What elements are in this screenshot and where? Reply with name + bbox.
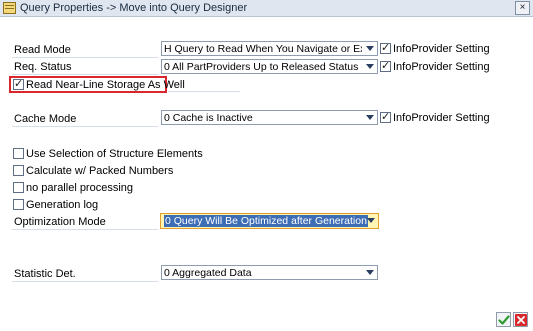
- req-status-dropdown[interactable]: 0 All PartProviders Up to Released Statu…: [161, 59, 378, 74]
- statistic-det-underline: [12, 281, 158, 282]
- close-window-button[interactable]: ×: [515, 1, 530, 15]
- confirm-button[interactable]: [496, 312, 511, 327]
- req-status-value: 0 All PartProviders Up to Released Statu…: [164, 61, 362, 73]
- read-mode-underline: [12, 57, 158, 58]
- optimization-mode-dropdown[interactable]: 0 Query Will Be Optimized after Generati…: [160, 213, 379, 229]
- cancel-x-icon: [515, 314, 527, 326]
- use-selection-structure-checkbox[interactable]: [13, 148, 24, 159]
- cache-mode-label: Cache Mode: [14, 113, 77, 125]
- calculate-packed-label: Calculate w/ Packed Numbers: [26, 165, 174, 177]
- cache-mode-underline: [12, 126, 158, 127]
- statistic-det-value: 0 Aggregated Data: [164, 267, 252, 279]
- no-parallel-processing-label: no parallel processing: [26, 182, 134, 194]
- chevron-down-icon[interactable]: [364, 61, 376, 72]
- near-line-storage-label: Read Near-Line Storage As Well: [26, 79, 185, 91]
- read-mode-value: H Query to Read When You Navigate or Exp…: [164, 43, 362, 55]
- req-status-infoprovider-checkbox[interactable]: [380, 59, 391, 72]
- generation-log-checkbox[interactable]: [13, 199, 24, 210]
- chevron-down-icon[interactable]: [364, 112, 376, 123]
- optimization-mode-underline: [12, 229, 158, 230]
- title-bar: Query Properties -> Move into Query Desi…: [0, 0, 533, 17]
- calculate-packed-checkbox[interactable]: [13, 165, 24, 176]
- read-mode-dropdown[interactable]: H Query to Read When You Navigate or Exp…: [161, 41, 378, 56]
- read-mode-infoprovider-checkbox[interactable]: [380, 41, 391, 54]
- statistic-det-dropdown[interactable]: 0 Aggregated Data: [161, 265, 378, 280]
- no-parallel-processing-checkbox[interactable]: [13, 182, 24, 193]
- cache-mode-infoprovider-label: InfoProvider Setting: [393, 112, 490, 124]
- chevron-down-icon[interactable]: [365, 215, 377, 226]
- cache-mode-infoprovider-checkbox[interactable]: [380, 110, 391, 123]
- generation-log-label: Generation log: [26, 199, 99, 211]
- cancel-button[interactable]: [513, 312, 528, 327]
- checkmark-icon: [498, 315, 510, 325]
- near-line-storage-checkbox[interactable]: [13, 77, 24, 90]
- cache-mode-value: 0 Cache is Inactive: [164, 112, 253, 124]
- optimization-mode-label: Optimization Mode: [14, 216, 106, 228]
- chevron-down-icon[interactable]: [364, 267, 376, 278]
- use-selection-structure-label: Use Selection of Structure Elements: [26, 148, 203, 160]
- req-status-label: Req. Status: [14, 61, 72, 73]
- req-status-infoprovider-label: InfoProvider Setting: [393, 61, 490, 73]
- cache-mode-dropdown[interactable]: 0 Cache is Inactive: [161, 110, 378, 125]
- read-mode-label: Read Mode: [14, 44, 71, 56]
- chevron-down-icon[interactable]: [364, 43, 376, 54]
- window-icon: [3, 2, 16, 14]
- near-line-underline: [168, 91, 240, 92]
- window-title: Query Properties -> Move into Query Desi…: [20, 2, 248, 14]
- statistic-det-label: Statistic Det.: [14, 268, 76, 280]
- read-mode-infoprovider-label: InfoProvider Setting: [393, 43, 490, 55]
- optimization-mode-value: 0 Query Will Be Optimized after Generati…: [164, 215, 368, 227]
- req-status-underline: [12, 74, 158, 75]
